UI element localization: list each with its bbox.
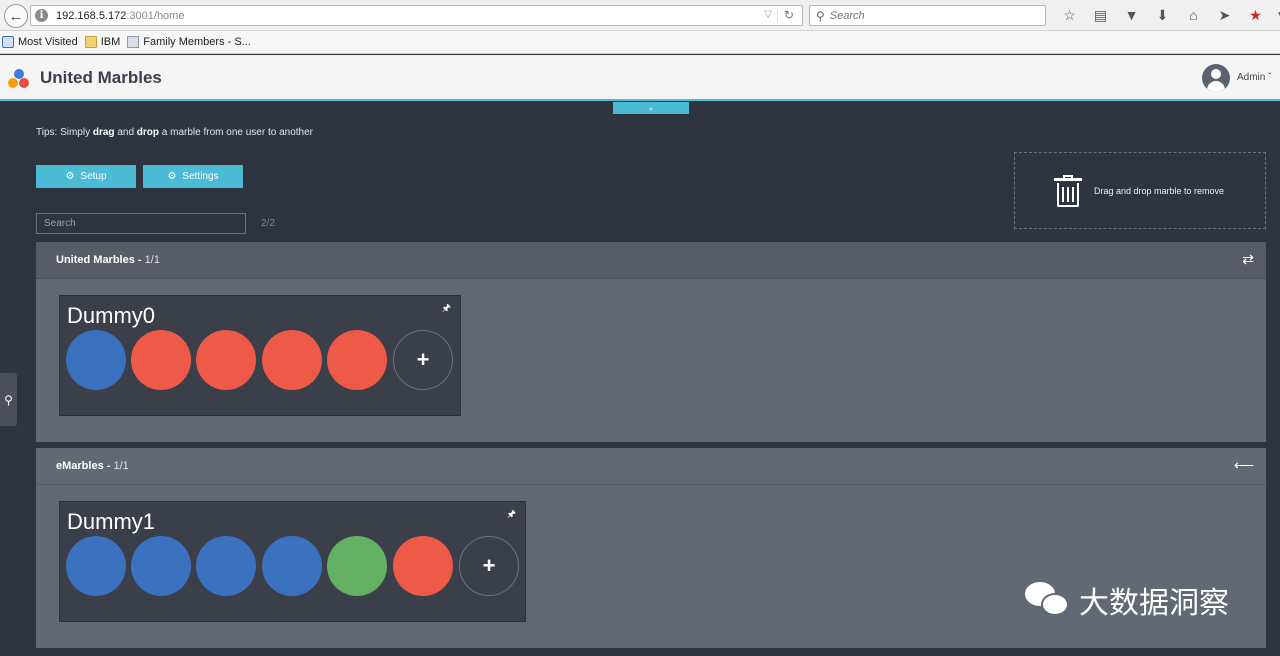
search-icon: ⚲	[4, 392, 13, 407]
url-separator	[777, 9, 778, 23]
arrow-left-icon[interactable]: ⟵	[1234, 457, 1254, 474]
gear-icon: ⚙	[167, 171, 177, 182]
browser-search-box[interactable]: ⚲	[809, 5, 1046, 26]
marble[interactable]	[131, 330, 191, 390]
info-icon[interactable]: i	[35, 9, 48, 22]
user-menu[interactable]: Admin ˇ	[1237, 72, 1271, 83]
url-dropdown-icon[interactable]: ▽	[764, 9, 772, 20]
url-text[interactable]: 192.168.5.172:3001/home	[56, 10, 184, 22]
user-avatar[interactable]	[1202, 64, 1230, 92]
logo-dot	[19, 78, 29, 88]
user-card-dummy1: Dummy1 🖈 +	[59, 501, 526, 622]
marble[interactable]	[393, 536, 453, 596]
marble[interactable]	[262, 536, 322, 596]
reading-list-icon[interactable]: ▤	[1085, 6, 1116, 24]
company-name: eMarbles - 1/1	[56, 460, 129, 472]
marble[interactable]	[327, 536, 387, 596]
app-title: United Marbles	[40, 68, 162, 87]
swap-arrows-icon[interactable]: ⇄	[1242, 251, 1254, 268]
marble[interactable]	[131, 536, 191, 596]
app-logo	[8, 69, 30, 91]
bookmark-most-visited[interactable]: Most Visited	[2, 36, 78, 48]
side-search-tab[interactable]: ⚲	[0, 373, 17, 426]
marble[interactable]	[196, 330, 256, 390]
search-icon: ⚲	[816, 8, 825, 23]
browser-nav-bar: ← i 192.168.5.172:3001/home ▽ ↻ ⚲ ☆ ▤ ▼ …	[0, 0, 1280, 31]
browser-toolbar: ☆ ▤ ▼ ⬇ ⌂ ➤ ★ ▼	[1054, 6, 1280, 24]
trash-drop-zone[interactable]: Drag and drop marble to remove	[1014, 152, 1266, 229]
back-arrow-icon[interactable]: ←	[4, 4, 28, 28]
wechat-icon	[1023, 579, 1073, 621]
menu-chevron-icon[interactable]: ▼	[1271, 6, 1280, 24]
user-name: Dummy0	[67, 303, 156, 328]
add-marble-button[interactable]: +	[459, 536, 519, 596]
chevron-down-icon: ˇ	[1265, 72, 1272, 83]
company-name: United Marbles - 1/1	[56, 254, 160, 266]
avatar-body	[1207, 81, 1225, 92]
chevron-down-icon: ⌄	[647, 103, 655, 112]
folder-icon	[84, 36, 97, 48]
logo-dot	[8, 78, 18, 88]
trash-icon	[1054, 174, 1082, 207]
user-card-dummy0: Dummy0 🖈 +	[59, 295, 461, 416]
pin-icon[interactable]: 🖈	[442, 301, 451, 318]
company-header: eMarbles - 1/1 ⟵	[36, 448, 1266, 485]
gears-icon: ⚙	[65, 171, 75, 182]
marble[interactable]	[66, 330, 126, 390]
user-name: Dummy1	[67, 509, 156, 534]
marble[interactable]	[327, 330, 387, 390]
user-search-input[interactable]	[36, 213, 246, 234]
watermark: 大数据洞察	[1023, 578, 1229, 622]
company-header: United Marbles - 1/1 ⇄	[36, 242, 1266, 279]
user-count: 2/2	[261, 218, 275, 229]
url-bar[interactable]: i 192.168.5.172:3001/home ▽ ↻	[30, 5, 803, 26]
star-icon[interactable]: ☆	[1054, 6, 1085, 24]
watermark-text: 大数据洞察	[1079, 586, 1229, 621]
send-icon[interactable]: ➤	[1209, 6, 1240, 24]
most-visited-icon	[2, 36, 14, 48]
reload-icon[interactable]: ↻	[784, 8, 794, 22]
red-star-icon[interactable]: ★	[1240, 6, 1271, 24]
tips-text: Tips: Simply drag and drop a marble from…	[36, 127, 313, 138]
bookmark-page-icon	[127, 36, 140, 48]
bookmark-family-members[interactable]: Family Members - S...	[127, 36, 251, 48]
avatar-head	[1211, 69, 1221, 79]
pin-icon[interactable]: 🖈	[507, 507, 516, 524]
pocket-icon[interactable]: ▼	[1116, 6, 1147, 24]
bookmark-ibm[interactable]: IBM	[84, 36, 120, 48]
home-icon[interactable]: ⌂	[1178, 6, 1209, 24]
marble[interactable]	[262, 330, 322, 390]
settings-button[interactable]: ⚙ Settings	[143, 165, 243, 188]
app-header: United Marbles Admin ˇ	[0, 55, 1280, 101]
download-icon[interactable]: ⬇	[1147, 6, 1178, 24]
browser-search-input[interactable]	[829, 9, 1030, 22]
setup-button[interactable]: ⚙ Setup	[36, 165, 136, 188]
marble[interactable]	[66, 536, 126, 596]
bookmarks-bar: Most Visited IBM Family Members - S...	[0, 31, 1280, 54]
marble[interactable]	[196, 536, 256, 596]
trash-label: Drag and drop marble to remove	[1094, 185, 1225, 196]
add-marble-button[interactable]: +	[393, 330, 453, 390]
company-panel-united-marbles: United Marbles - 1/1 ⇄ Dummy0 🖈 +	[36, 242, 1266, 442]
collapse-toggle[interactable]: ⌄	[613, 102, 689, 114]
